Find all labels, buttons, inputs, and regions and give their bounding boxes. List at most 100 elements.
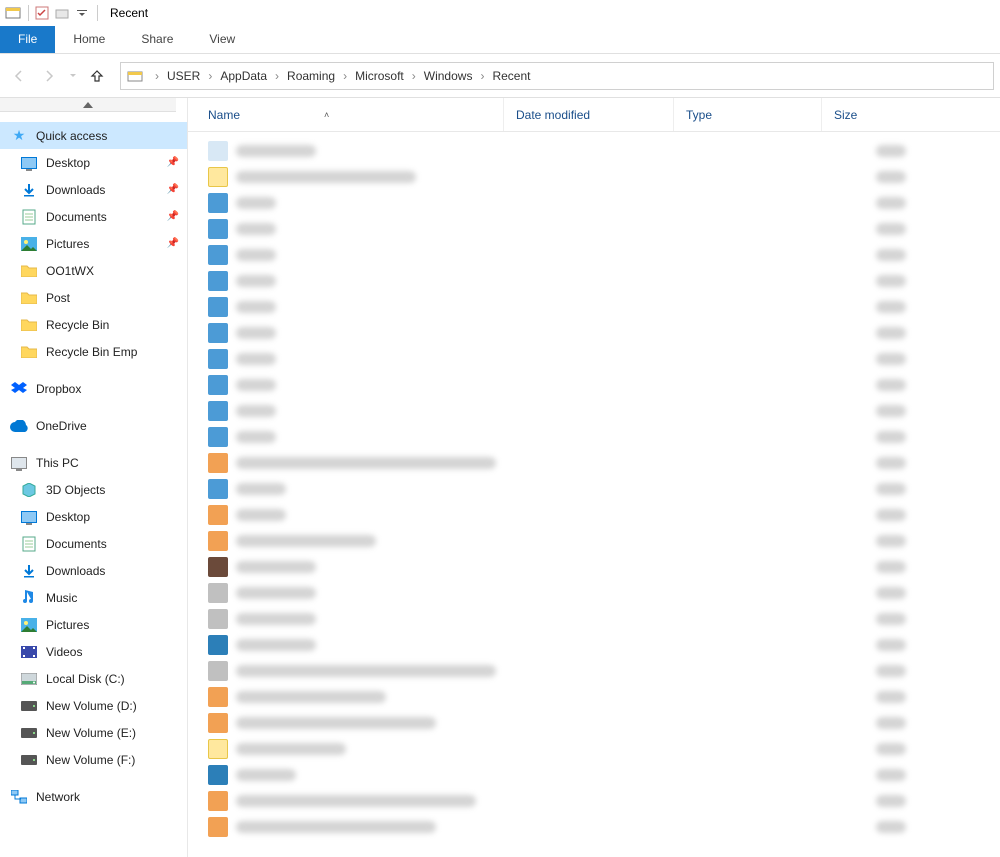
chevron-right-icon[interactable]: › bbox=[269, 69, 285, 83]
file-name-blurred bbox=[236, 483, 286, 495]
sidebar-item-oo1twx[interactable]: OO1tWX bbox=[0, 257, 187, 284]
file-row[interactable] bbox=[188, 814, 1000, 840]
file-row[interactable] bbox=[188, 658, 1000, 684]
pictures-icon bbox=[20, 235, 38, 253]
navigation-pane: ★ Quick access Desktop📌Downloads📌Documen… bbox=[0, 98, 188, 857]
file-row[interactable] bbox=[188, 476, 1000, 502]
file-row[interactable] bbox=[188, 372, 1000, 398]
sidebar-item-new-volume-d-[interactable]: New Volume (D:) bbox=[0, 692, 187, 719]
sidebar-item-new-volume-e-[interactable]: New Volume (E:) bbox=[0, 719, 187, 746]
breadcrumb-seg-0[interactable]: USER bbox=[165, 69, 202, 83]
chevron-right-icon[interactable]: › bbox=[474, 69, 490, 83]
file-row[interactable] bbox=[188, 632, 1000, 658]
sidebar-item-music[interactable]: Music bbox=[0, 584, 187, 611]
sidebar-item-documents[interactable]: Documents📌 bbox=[0, 203, 187, 230]
nav-back-button[interactable] bbox=[6, 63, 32, 89]
sidebar-item-documents[interactable]: Documents bbox=[0, 530, 187, 557]
file-row[interactable] bbox=[188, 138, 1000, 164]
file-row[interactable] bbox=[188, 242, 1000, 268]
document-icon bbox=[20, 535, 38, 553]
nav-history-dropdown[interactable] bbox=[66, 63, 80, 89]
file-row[interactable] bbox=[188, 684, 1000, 710]
file-name-blurred bbox=[236, 405, 276, 417]
file-row[interactable] bbox=[188, 424, 1000, 450]
sidebar-item-downloads[interactable]: Downloads📌 bbox=[0, 176, 187, 203]
file-row[interactable] bbox=[188, 580, 1000, 606]
address-bar[interactable]: › USER › AppData › Roaming › Microsoft ›… bbox=[120, 62, 994, 90]
sidebar-item-pictures[interactable]: Pictures bbox=[0, 611, 187, 638]
column-label: Name bbox=[208, 108, 240, 122]
sidebar-item-label: Local Disk (C:) bbox=[46, 672, 125, 686]
file-row[interactable] bbox=[188, 320, 1000, 346]
sidebar-item-3d-objects[interactable]: 3D Objects bbox=[0, 476, 187, 503]
breadcrumb-seg-4[interactable]: Windows bbox=[422, 69, 475, 83]
sidebar-item-downloads[interactable]: Downloads bbox=[0, 557, 187, 584]
sidebar-this-pc[interactable]: This PC bbox=[0, 449, 187, 476]
sidebar-item-local-disk-c-[interactable]: Local Disk (C:) bbox=[0, 665, 187, 692]
file-row[interactable] bbox=[188, 528, 1000, 554]
file-row[interactable] bbox=[188, 502, 1000, 528]
file-rows bbox=[188, 132, 1000, 857]
chevron-right-icon[interactable]: › bbox=[406, 69, 422, 83]
chevron-right-icon[interactable]: › bbox=[149, 69, 165, 83]
file-row[interactable] bbox=[188, 554, 1000, 580]
file-icon bbox=[208, 271, 228, 291]
chevron-right-icon[interactable]: › bbox=[337, 69, 353, 83]
file-row[interactable] bbox=[188, 606, 1000, 632]
sidebar-item-post[interactable]: Post bbox=[0, 284, 187, 311]
file-size-blurred bbox=[876, 379, 906, 391]
sidebar-network[interactable]: Network bbox=[0, 783, 187, 810]
file-icon bbox=[208, 401, 228, 421]
file-row[interactable] bbox=[188, 450, 1000, 476]
sidebar-quick-access[interactable]: ★ Quick access bbox=[0, 122, 187, 149]
ribbon-tab-view[interactable]: View bbox=[191, 26, 253, 53]
window-title: Recent bbox=[110, 6, 148, 20]
nav-bar: › USER › AppData › Roaming › Microsoft ›… bbox=[0, 54, 1000, 98]
sidebar-item-label: New Volume (E:) bbox=[46, 726, 136, 740]
file-row[interactable] bbox=[188, 398, 1000, 424]
qat-dropdown-icon[interactable] bbox=[73, 4, 91, 22]
file-size-blurred bbox=[876, 197, 906, 209]
chevron-right-icon[interactable]: › bbox=[202, 69, 218, 83]
sidebar-item-recycle-bin[interactable]: Recycle Bin bbox=[0, 311, 187, 338]
sidebar-onedrive[interactable]: OneDrive bbox=[0, 412, 187, 439]
ribbon-tab-home[interactable]: Home bbox=[55, 26, 123, 53]
sidebar-item-desktop[interactable]: Desktop📌 bbox=[0, 149, 187, 176]
sidebar-dropbox[interactable]: Dropbox bbox=[0, 375, 187, 402]
file-row[interactable] bbox=[188, 346, 1000, 372]
sidebar-item-pictures[interactable]: Pictures📌 bbox=[0, 230, 187, 257]
ribbon-tab-file[interactable]: File bbox=[0, 26, 55, 53]
nav-forward-button[interactable] bbox=[36, 63, 62, 89]
dropbox-icon bbox=[10, 380, 28, 398]
file-row[interactable] bbox=[188, 762, 1000, 788]
file-size-blurred bbox=[876, 431, 906, 443]
file-row[interactable] bbox=[188, 164, 1000, 190]
videos-icon bbox=[20, 643, 38, 661]
column-header-date[interactable]: Date modified bbox=[504, 98, 674, 131]
file-row[interactable] bbox=[188, 268, 1000, 294]
file-name-blurred bbox=[236, 457, 496, 469]
breadcrumb-seg-1[interactable]: AppData bbox=[218, 69, 269, 83]
file-row[interactable] bbox=[188, 294, 1000, 320]
file-row[interactable] bbox=[188, 736, 1000, 762]
sidebar-item-videos[interactable]: Videos bbox=[0, 638, 187, 665]
column-header-size[interactable]: Size bbox=[822, 98, 918, 131]
qat-properties-icon[interactable] bbox=[33, 4, 51, 22]
sidebar-scroll-up[interactable] bbox=[0, 98, 176, 112]
column-header-type[interactable]: Type bbox=[674, 98, 822, 131]
file-row[interactable] bbox=[188, 216, 1000, 242]
sidebar-item-new-volume-f-[interactable]: New Volume (F:) bbox=[0, 746, 187, 773]
breadcrumb-seg-2[interactable]: Roaming bbox=[285, 69, 337, 83]
breadcrumb-seg-3[interactable]: Microsoft bbox=[353, 69, 406, 83]
qat-newfolder-icon[interactable] bbox=[53, 4, 71, 22]
file-row[interactable] bbox=[188, 788, 1000, 814]
file-size-blurred bbox=[876, 509, 906, 521]
file-row[interactable] bbox=[188, 710, 1000, 736]
sidebar-item-desktop[interactable]: Desktop bbox=[0, 503, 187, 530]
column-header-name[interactable]: Name ˄ bbox=[208, 98, 504, 131]
nav-up-button[interactable] bbox=[84, 63, 110, 89]
sidebar-item-recycle-bin-emp[interactable]: Recycle Bin Emp bbox=[0, 338, 187, 365]
ribbon-tab-share[interactable]: Share bbox=[123, 26, 191, 53]
breadcrumb-seg-5[interactable]: Recent bbox=[490, 69, 532, 83]
file-row[interactable] bbox=[188, 190, 1000, 216]
